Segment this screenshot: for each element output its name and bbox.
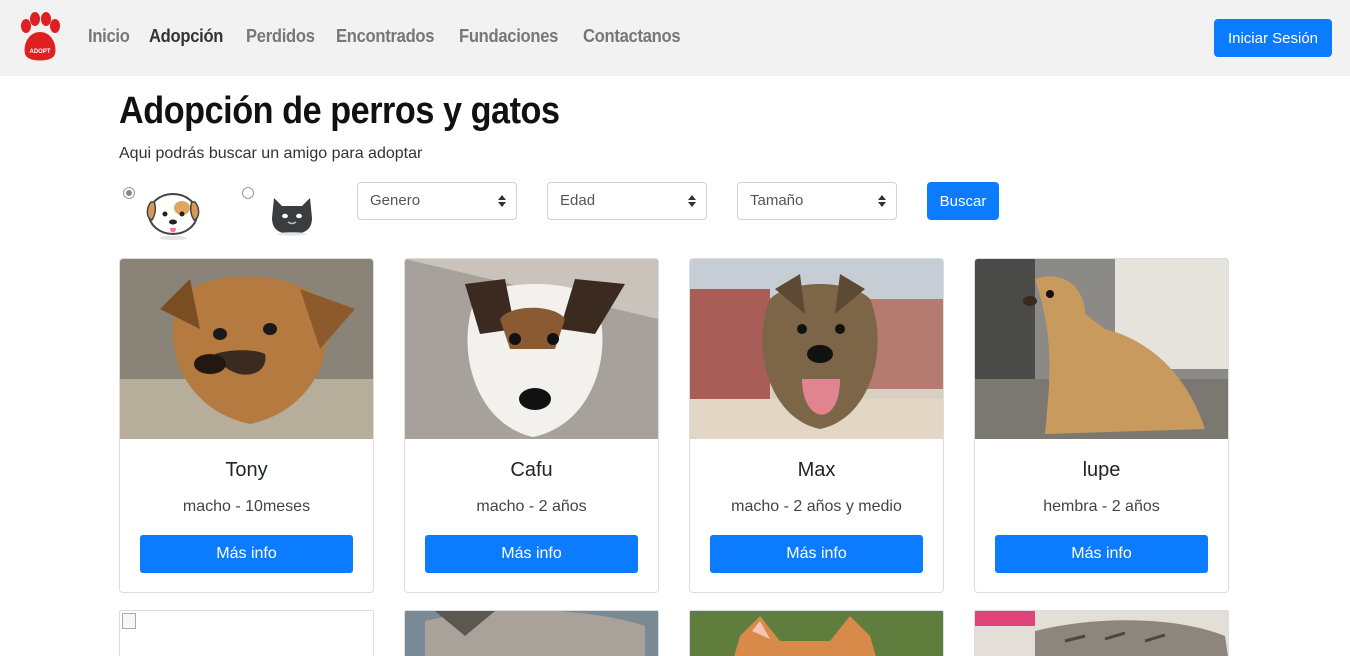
page-subtitle: Aqui podrás buscar un amigo para adoptar [119, 145, 423, 162]
more-info-button[interactable]: Más info [710, 535, 923, 573]
cat-radio[interactable] [242, 187, 254, 199]
pet-card [404, 610, 659, 656]
pet-card: Max macho - 2 años y medio Más info [689, 258, 944, 593]
edad-select-value: Edad [560, 192, 596, 209]
more-info-button[interactable]: Más info [140, 535, 353, 573]
genero-select[interactable]: Genero [357, 182, 517, 220]
dog-icon[interactable] [142, 184, 204, 242]
nav-link-contactanos[interactable]: Contactanos [583, 26, 681, 47]
pet-photo [690, 611, 943, 656]
pet-card [974, 610, 1229, 656]
pet-name: lupe [1082, 459, 1121, 481]
pet-photo [405, 611, 658, 656]
nav-links: Inicio Adopción Perdidos Encontrados Fun… [88, 26, 705, 47]
tamano-select[interactable]: Tamaño [737, 182, 897, 220]
login-button[interactable]: Iniciar Sesión [1214, 19, 1332, 57]
broken-image-icon [122, 613, 136, 629]
nav-link-inicio[interactable]: Inicio [88, 26, 130, 47]
dog-radio[interactable] [123, 187, 135, 199]
pet-card: Tony macho - 10meses Más info [119, 258, 374, 593]
pet-card [689, 610, 944, 656]
page-title: Adopción de perros y gatos [119, 90, 560, 132]
pet-info: macho - 2 años y medio [731, 498, 902, 515]
paw-logo-icon[interactable]: ADOPT [18, 12, 62, 64]
genero-select-value: Genero [370, 192, 421, 209]
pet-photo-tony [120, 259, 373, 439]
pet-name: Tony [225, 459, 268, 481]
tamano-select-value: Tamaño [750, 192, 804, 209]
logo-text: ADOPT [30, 49, 51, 55]
more-info-button[interactable]: Más info [995, 535, 1208, 573]
pet-photo-cafu [405, 259, 658, 439]
pet-name: Max [797, 459, 836, 481]
select-caret-icon [498, 183, 506, 219]
nav-link-adopcion[interactable]: Adopción [149, 26, 223, 47]
select-caret-icon [878, 183, 886, 219]
pet-photo-max [690, 259, 943, 439]
pet-info: macho - 2 años [476, 498, 587, 515]
more-info-button[interactable]: Más info [425, 535, 638, 573]
pet-name: Cafu [510, 459, 553, 481]
pet-photo [975, 611, 1228, 656]
nav-link-encontrados[interactable]: Encontrados [336, 26, 434, 47]
pet-card: lupe hembra - 2 años Más info [974, 258, 1229, 593]
pet-photo-lupe [975, 259, 1228, 439]
pet-card: Cafu macho - 2 años Más info [404, 258, 659, 593]
cat-icon[interactable] [268, 188, 316, 236]
pet-info: hembra - 2 años [1043, 498, 1160, 515]
select-caret-icon [688, 183, 696, 219]
nav-link-fundaciones[interactable]: Fundaciones [459, 26, 558, 47]
edad-select[interactable]: Edad [547, 182, 707, 220]
pet-card-broken-image [119, 610, 374, 656]
search-button[interactable]: Buscar [927, 182, 999, 220]
navbar: ADOPT Inicio Adopción Perdidos Encontrad… [0, 0, 1350, 76]
nav-link-perdidos[interactable]: Perdidos [246, 26, 315, 47]
pet-info: macho - 10meses [182, 498, 311, 515]
